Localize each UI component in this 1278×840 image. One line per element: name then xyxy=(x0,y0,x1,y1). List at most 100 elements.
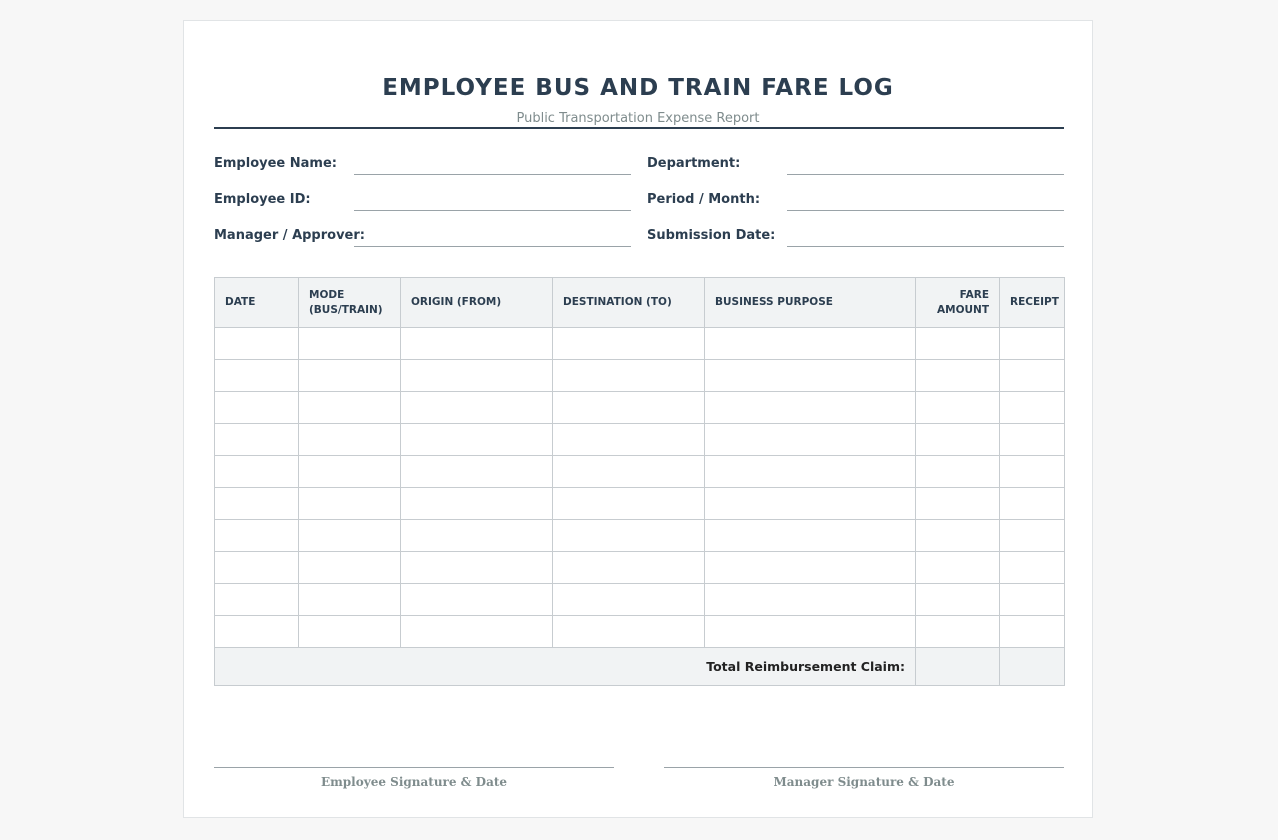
cell-destination[interactable] xyxy=(552,423,705,456)
cell-origin[interactable] xyxy=(400,359,553,392)
cell-date[interactable] xyxy=(214,359,299,392)
cell-date[interactable] xyxy=(214,615,299,648)
cell-business-purpose[interactable] xyxy=(704,359,916,392)
column-header-receipt: RECEIPT xyxy=(999,277,1065,328)
cell-destination[interactable] xyxy=(552,615,705,648)
cell-mode[interactable] xyxy=(298,359,401,392)
cell-origin[interactable] xyxy=(400,423,553,456)
cell-business-purpose[interactable] xyxy=(704,519,916,552)
total-receipt-cell[interactable] xyxy=(999,647,1065,686)
cell-destination[interactable] xyxy=(552,327,705,360)
cell-origin[interactable] xyxy=(400,327,553,360)
manager-approver-field[interactable] xyxy=(354,246,631,247)
cell-destination[interactable] xyxy=(552,359,705,392)
table-row xyxy=(214,487,1065,520)
cell-receipt[interactable] xyxy=(999,391,1065,424)
cell-date[interactable] xyxy=(214,487,299,520)
table-header-row: DATE MODE (BUS/TRAIN) ORIGIN (FROM) DESTI… xyxy=(214,277,1065,328)
cell-date[interactable] xyxy=(214,455,299,488)
column-header-fare-amount: FARE AMOUNT xyxy=(915,277,1000,328)
manager-approver-label: Manager / Approver: xyxy=(214,228,365,243)
cell-business-purpose[interactable] xyxy=(704,327,916,360)
cell-fare-amount[interactable] xyxy=(915,615,1000,648)
cell-mode[interactable] xyxy=(298,391,401,424)
cell-origin[interactable] xyxy=(400,487,553,520)
cell-fare-amount[interactable] xyxy=(915,583,1000,616)
cell-receipt[interactable] xyxy=(999,551,1065,584)
cell-business-purpose[interactable] xyxy=(704,391,916,424)
cell-receipt[interactable] xyxy=(999,583,1065,616)
cell-receipt[interactable] xyxy=(999,455,1065,488)
cell-mode[interactable] xyxy=(298,327,401,360)
cell-business-purpose[interactable] xyxy=(704,551,916,584)
employee-id-field[interactable] xyxy=(354,210,631,211)
cell-fare-amount[interactable] xyxy=(915,551,1000,584)
cell-destination[interactable] xyxy=(552,391,705,424)
submission-date-field[interactable] xyxy=(787,246,1064,247)
cell-business-purpose[interactable] xyxy=(704,487,916,520)
department-field[interactable] xyxy=(787,174,1064,175)
total-reimbursement-label: Total Reimbursement Claim: xyxy=(214,647,916,686)
cell-mode[interactable] xyxy=(298,519,401,552)
column-header-business-purpose: BUSINESS PURPOSE xyxy=(704,277,916,328)
table-row xyxy=(214,583,1065,616)
cell-origin[interactable] xyxy=(400,615,553,648)
cell-receipt[interactable] xyxy=(999,615,1065,648)
cell-date[interactable] xyxy=(214,391,299,424)
cell-origin[interactable] xyxy=(400,583,553,616)
form-subtitle: Public Transportation Expense Report xyxy=(516,111,760,126)
cell-business-purpose[interactable] xyxy=(704,423,916,456)
cell-destination[interactable] xyxy=(552,455,705,488)
cell-origin[interactable] xyxy=(400,455,553,488)
cell-fare-amount[interactable] xyxy=(915,455,1000,488)
table-row xyxy=(214,551,1065,584)
cell-fare-amount[interactable] xyxy=(915,519,1000,552)
cell-fare-amount[interactable] xyxy=(915,487,1000,520)
cell-receipt[interactable] xyxy=(999,423,1065,456)
employee-name-field[interactable] xyxy=(354,174,631,175)
cell-origin[interactable] xyxy=(400,551,553,584)
total-fare-amount-cell[interactable] xyxy=(915,647,1000,686)
table-row xyxy=(214,391,1065,424)
cell-mode[interactable] xyxy=(298,551,401,584)
cell-receipt[interactable] xyxy=(999,519,1065,552)
table-row xyxy=(214,423,1065,456)
table-row xyxy=(214,519,1065,552)
cell-destination[interactable] xyxy=(552,583,705,616)
cell-date[interactable] xyxy=(214,327,299,360)
manager-signature-line[interactable] xyxy=(664,767,1064,768)
period-month-field[interactable] xyxy=(787,210,1064,211)
cell-fare-amount[interactable] xyxy=(915,391,1000,424)
cell-destination[interactable] xyxy=(552,551,705,584)
cell-date[interactable] xyxy=(214,423,299,456)
cell-mode[interactable] xyxy=(298,615,401,648)
cell-destination[interactable] xyxy=(552,519,705,552)
employee-signature-line[interactable] xyxy=(214,767,614,768)
column-header-destination: DESTINATION (TO) xyxy=(552,277,705,328)
cell-business-purpose[interactable] xyxy=(704,583,916,616)
cell-mode[interactable] xyxy=(298,487,401,520)
cell-destination[interactable] xyxy=(552,487,705,520)
cell-mode[interactable] xyxy=(298,583,401,616)
cell-business-purpose[interactable] xyxy=(704,615,916,648)
cell-mode[interactable] xyxy=(298,423,401,456)
cell-date[interactable] xyxy=(214,551,299,584)
employee-name-label: Employee Name: xyxy=(214,156,337,171)
table-row xyxy=(214,327,1065,360)
cell-origin[interactable] xyxy=(400,391,553,424)
cell-fare-amount[interactable] xyxy=(915,423,1000,456)
submission-date-label: Submission Date: xyxy=(647,228,776,243)
cell-fare-amount[interactable] xyxy=(915,327,1000,360)
cell-fare-amount[interactable] xyxy=(915,359,1000,392)
cell-business-purpose[interactable] xyxy=(704,455,916,488)
cell-receipt[interactable] xyxy=(999,327,1065,360)
column-header-mode: MODE (BUS/TRAIN) xyxy=(298,277,401,328)
header-divider xyxy=(214,127,1064,129)
cell-receipt[interactable] xyxy=(999,487,1065,520)
cell-date[interactable] xyxy=(214,519,299,552)
cell-date[interactable] xyxy=(214,583,299,616)
cell-receipt[interactable] xyxy=(999,359,1065,392)
cell-origin[interactable] xyxy=(400,519,553,552)
table-row xyxy=(214,455,1065,488)
cell-mode[interactable] xyxy=(298,455,401,488)
